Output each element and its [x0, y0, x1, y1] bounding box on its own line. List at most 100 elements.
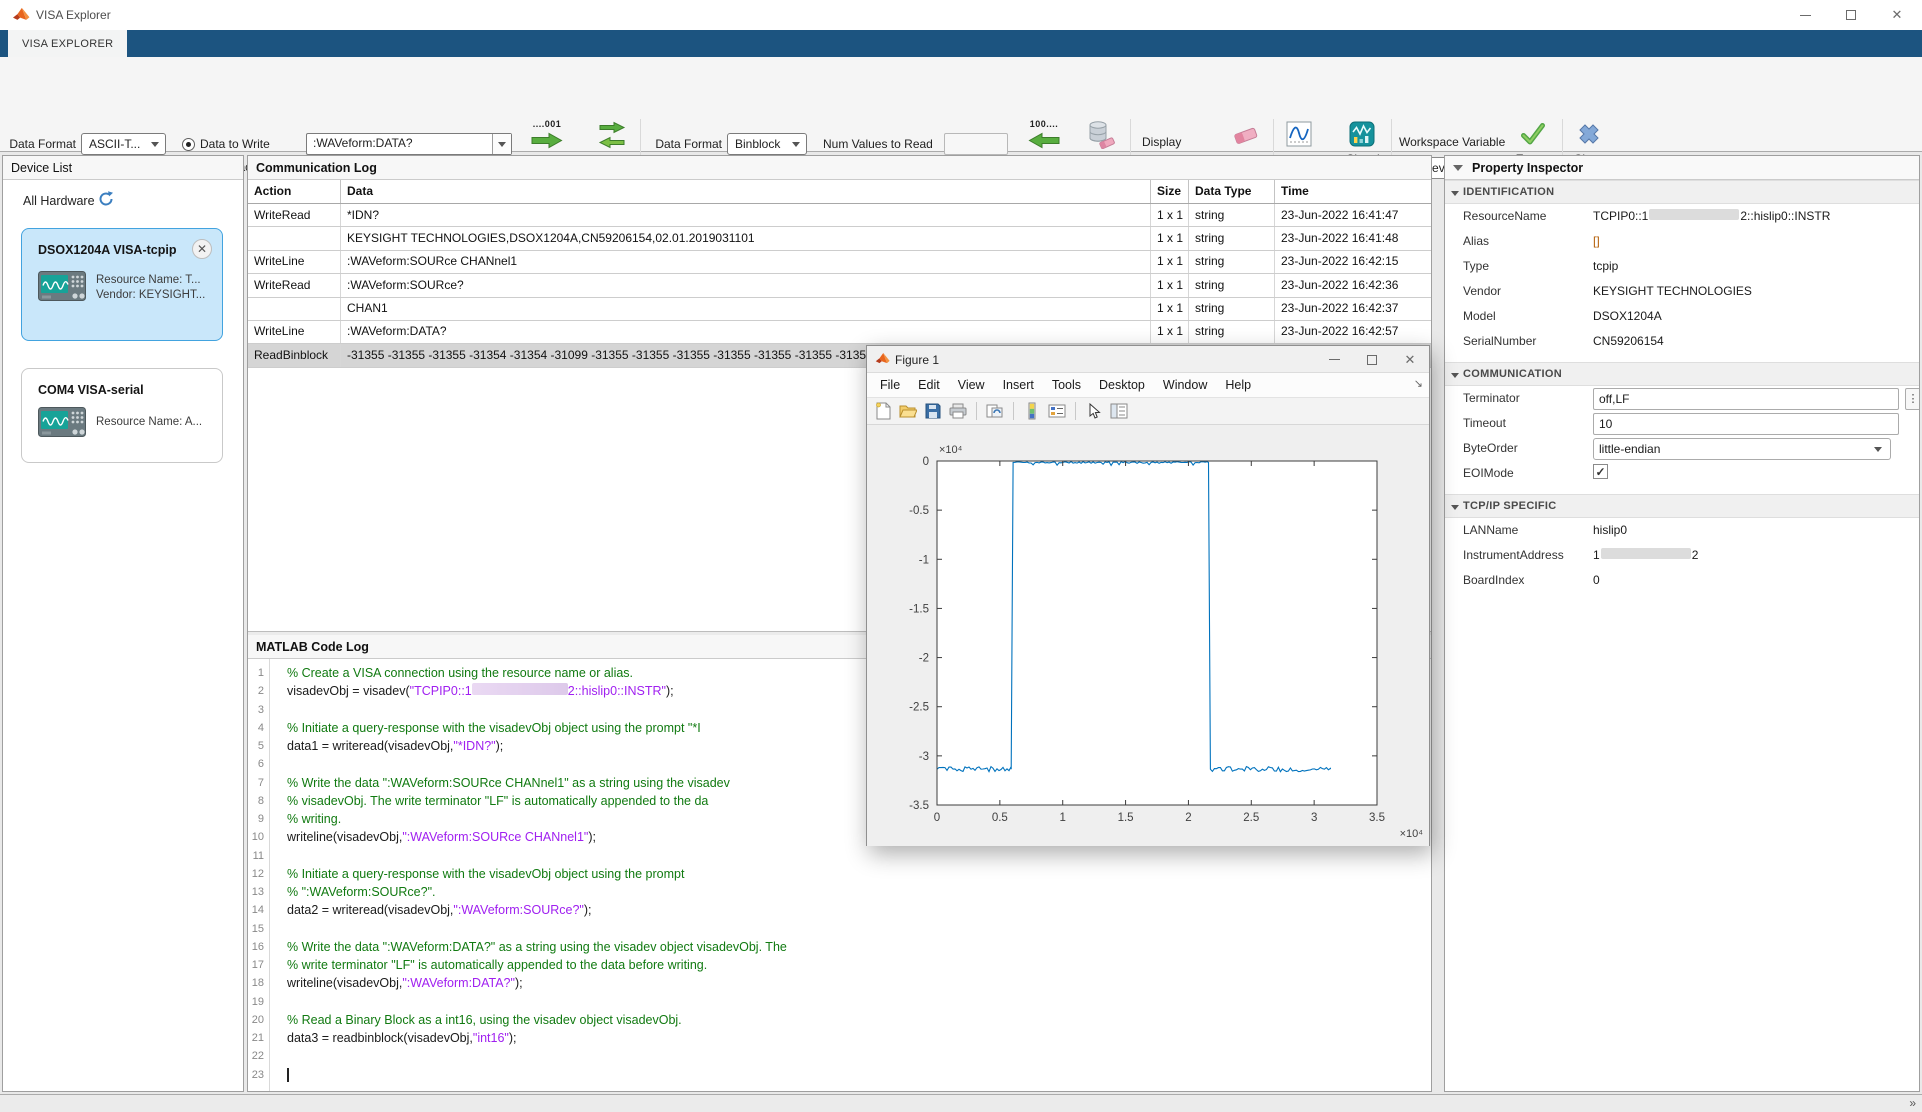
writeread-button[interactable] [596, 121, 628, 154]
print-figure-icon[interactable] [948, 401, 968, 421]
new-figure-icon[interactable] [873, 401, 893, 421]
link-plot-icon[interactable] [985, 401, 1005, 421]
insert-colorbar-icon[interactable] [1022, 401, 1042, 421]
figure-close-button[interactable]: ✕ [1391, 346, 1429, 373]
redacted-value [1649, 209, 1739, 220]
figure-title-bar[interactable]: Figure 1 ✕ [867, 346, 1429, 373]
code-segment: ); [588, 830, 596, 844]
log-column-data-type[interactable]: Data Type [1189, 180, 1275, 203]
figure-menu-window[interactable]: Window [1154, 374, 1216, 396]
svg-text:1: 1 [1060, 812, 1066, 824]
log-row[interactable]: CHAN11 x 1string23-Jun-2022 16:42:37 [248, 298, 1431, 321]
collapse-triangle-icon [1453, 165, 1463, 171]
figure-menu-file[interactable]: File [871, 374, 909, 396]
svg-text:2.5: 2.5 [1243, 812, 1259, 824]
figure-menu-view[interactable]: View [949, 374, 994, 396]
property-checkbox-eoimode[interactable]: ✓ [1593, 464, 1608, 479]
inspector-row: Alias[] [1445, 229, 1919, 254]
log-cell-type: string [1189, 204, 1275, 226]
inspector-row: ModelDSOX1204A [1445, 304, 1919, 329]
text-caret [287, 1068, 289, 1082]
device-card[interactable]: DSOX1204A VISA-tcpip✕Resource Name: T...… [21, 228, 223, 341]
svg-text:1.5: 1.5 [1118, 812, 1134, 824]
log-row[interactable]: WriteLine:WAVeform:SOURce CHANnel11 x 1s… [248, 251, 1431, 274]
figure-dock-arrow-icon[interactable]: ↘ [1414, 377, 1423, 390]
code-line-number: 9 [248, 810, 264, 828]
data-to-write-dropdown-button[interactable] [492, 134, 511, 154]
plot-button[interactable] [1286, 121, 1312, 152]
window-maximize-button[interactable] [1828, 0, 1874, 30]
figure-maximize-button[interactable] [1353, 346, 1391, 373]
inspector-section-header[interactable]: TCP/IP SPECIFIC [1445, 494, 1919, 518]
property-inspector-header[interactable]: Property Inspector [1445, 156, 1919, 180]
log-column-action[interactable]: Action [248, 180, 341, 203]
property-label: Model [1463, 309, 1496, 323]
device-card[interactable]: COM4 VISA-serialResource Name: A... [21, 368, 223, 463]
data-to-write-radio[interactable] [182, 138, 195, 151]
oscilloscope-icon [38, 271, 86, 306]
svg-text:-1: -1 [919, 554, 929, 566]
property-input-timeout[interactable]: 10 [1593, 413, 1899, 435]
code-line-number: 7 [248, 774, 264, 792]
code-segment: "*IDN?" [453, 739, 495, 753]
svg-text:-3: -3 [919, 751, 929, 763]
close-session-button[interactable] [1576, 121, 1602, 152]
figure-canvas[interactable]: 00.511.522.533.50-0.5-1-1.5-2-2.5-3-3.5×… [867, 425, 1429, 846]
bottom-status-strip: » [0, 1094, 1922, 1112]
figure-menu-help[interactable]: Help [1216, 374, 1260, 396]
code-line-number: 6 [248, 755, 264, 773]
property-label: InstrumentAddress [1463, 548, 1564, 562]
figure-menu-edit[interactable]: Edit [909, 374, 949, 396]
device-card-close-button[interactable]: ✕ [192, 239, 212, 259]
write-data-format-dropdown[interactable]: ASCII-T... [81, 133, 166, 155]
open-file-icon[interactable] [898, 401, 918, 421]
writeread-arrows-icon [596, 121, 628, 149]
inspector-section-header[interactable]: COMMUNICATION [1445, 362, 1919, 386]
figure-menu-insert[interactable]: Insert [994, 374, 1043, 396]
signal-analyzer-button[interactable] [1349, 121, 1375, 152]
window-close-button[interactable]: ✕ [1874, 0, 1920, 30]
insert-legend-icon[interactable] [1047, 401, 1067, 421]
num-values-label: Num Values to Read [823, 133, 933, 155]
figure-toolbar [867, 398, 1429, 425]
log-row[interactable]: KEYSIGHT TECHNOLOGIES,DSOX1204A,CN592061… [248, 227, 1431, 250]
write-button[interactable] [531, 132, 563, 154]
property-input-terminator[interactable]: off,LF [1593, 388, 1899, 410]
log-table-rows: WriteRead*IDN?1 x 1string23-Jun-2022 16:… [248, 204, 1431, 368]
display-label: Display [1142, 131, 1181, 153]
window-minimize-button[interactable] [1782, 0, 1828, 30]
device-list-panel: Device List All Hardware DSOX1204A VISA-… [2, 155, 244, 1092]
log-row[interactable]: WriteLine:WAVeform:DATA?1 x 1string23-Ju… [248, 321, 1431, 344]
figure-minimize-button[interactable] [1315, 346, 1353, 373]
property-more-button[interactable]: ⋮ [1905, 388, 1919, 410]
svg-text:2: 2 [1185, 812, 1191, 824]
clear-button[interactable] [1232, 123, 1260, 152]
export-button[interactable] [1520, 121, 1546, 152]
property-select-byteorder[interactable]: little-endian [1593, 438, 1891, 460]
read-data-format-dropdown[interactable]: Binblock [727, 133, 807, 155]
scroll-more-icon[interactable]: » [1909, 1096, 1916, 1110]
svg-text:×10⁴: ×10⁴ [939, 444, 963, 456]
property-inspector-icon[interactable] [1109, 401, 1129, 421]
code-line-text: data2 = writeread(visadevObj,":WAVeform:… [287, 901, 591, 919]
log-column-size[interactable]: Size [1151, 180, 1189, 203]
figure-menu-tools[interactable]: Tools [1043, 374, 1090, 396]
log-row[interactable]: WriteRead:WAVeform:SOURce?1 x 1string23-… [248, 274, 1431, 297]
oscilloscope-icon [38, 407, 86, 442]
tab-visa-explorer[interactable]: VISA EXPLORER [8, 30, 127, 57]
log-column-data[interactable]: Data [341, 180, 1151, 203]
data-to-write-combo[interactable]: :WAVeform:DATA? [306, 133, 512, 155]
read-button[interactable] [1028, 132, 1060, 154]
inspector-section-header[interactable]: IDENTIFICATION [1445, 180, 1919, 204]
flush-button[interactable] [1087, 119, 1115, 154]
visa-explorer-app: VISA Explorer ✕ VISA EXPLORER Data Forma… [0, 0, 1922, 1112]
log-column-time[interactable]: Time [1275, 180, 1431, 203]
save-figure-icon[interactable] [923, 401, 943, 421]
log-row[interactable]: WriteRead*IDN?1 x 1string23-Jun-2022 16:… [248, 204, 1431, 227]
edit-plot-arrow-icon[interactable] [1084, 401, 1104, 421]
figure-menu-desktop[interactable]: Desktop [1090, 374, 1154, 396]
property-label: Alias [1463, 234, 1489, 248]
code-segment: ); [496, 739, 504, 753]
code-line: 11 [248, 847, 1431, 865]
num-values-input[interactable] [944, 133, 1008, 155]
